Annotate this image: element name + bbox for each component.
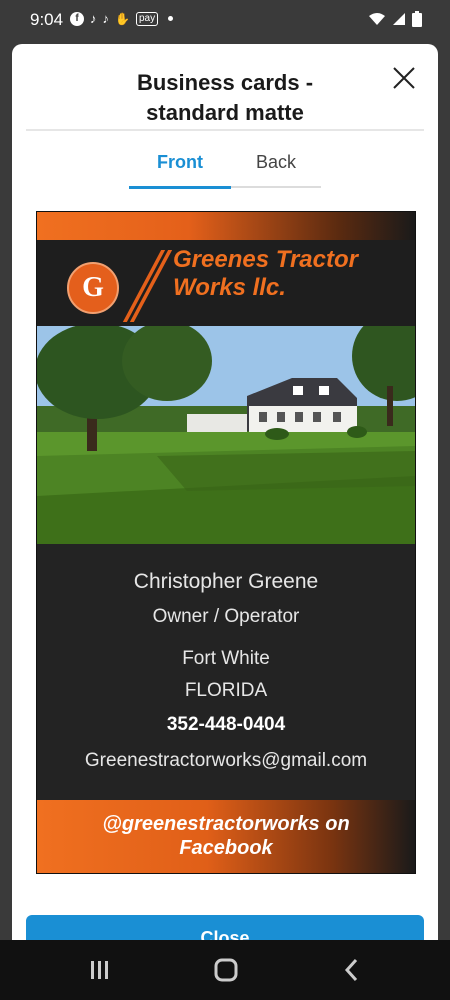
status-time: 9:04 [30, 10, 64, 29]
more-notifications-dot [168, 16, 174, 21]
signal-icon [393, 13, 405, 25]
contact-info: Christopher Greene Owner / Operator Fort… [37, 544, 415, 800]
city: Fort White [182, 648, 270, 669]
tiktok-icon: ♪ [90, 11, 97, 26]
system-navigation-bar [0, 940, 450, 1000]
owner-name: Christopher Greene [133, 570, 319, 593]
phone-number: 352-448-0404 [166, 714, 286, 735]
notification-icons: f ♪ ♪ ✋ pay [70, 11, 174, 26]
facebook-icon: f [70, 11, 84, 26]
company-name: Greenes Tractor Works llc. [173, 246, 358, 301]
wifi-icon [369, 13, 385, 25]
system-icons [368, 11, 422, 27]
card-header: G Greenes Tractor Works llc. [37, 240, 415, 326]
business-card-preview-modal: Business cards - standard matte Front Ba… [12, 44, 438, 944]
company-logo: G [67, 262, 119, 314]
tiktok-icon: ♪ [102, 11, 110, 26]
home-icon[interactable] [196, 940, 256, 1000]
close-icon[interactable] [392, 66, 416, 90]
email-address: Greenestractorworks@gmail.com [84, 750, 368, 771]
modal-title: Business cards - standard matte [136, 70, 314, 125]
house-lawn-photo [37, 326, 415, 544]
state: FLORIDA [184, 680, 268, 701]
status-bar: 9:04 f ♪ ♪ ✋ pay [0, 0, 450, 40]
header-divider [26, 129, 424, 131]
logo-slash [129, 250, 173, 322]
tab-front[interactable]: Front [129, 148, 231, 189]
recent-apps-icon[interactable] [70, 940, 130, 1000]
battery-icon [412, 11, 422, 27]
business-card-front: G Greenes Tractor Works llc. Christopher… [36, 211, 416, 874]
owner-title: Owner / Operator [152, 606, 300, 627]
tab-back[interactable]: Back [231, 148, 321, 188]
pay-label: pay [135, 11, 159, 26]
back-icon[interactable] [322, 940, 382, 1000]
logo-slash [122, 250, 166, 322]
card-side-tabs: Front Back [129, 148, 321, 189]
card-top-stripe [37, 212, 415, 240]
samsung-pay-icon: ✋ [115, 11, 130, 26]
social-handle: @greenestractorworks on Facebook [37, 800, 415, 873]
house-lawn-illustration [37, 326, 415, 544]
